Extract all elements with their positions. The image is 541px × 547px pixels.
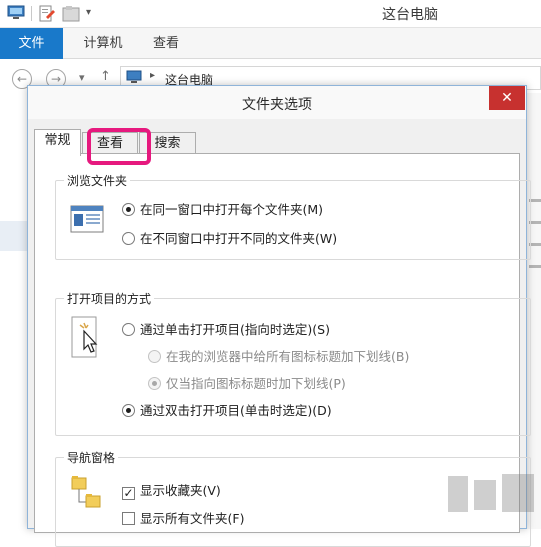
folder-icon[interactable] — [62, 5, 82, 26]
view-tab-highlight — [87, 128, 151, 165]
explorer-title-bar: ▾ 这台电脑 — [0, 0, 541, 28]
close-button[interactable]: ✕ — [489, 86, 525, 110]
breadcrumb-arrow-icon[interactable]: ▸ — [150, 70, 155, 81]
up-button[interactable]: ↑ — [100, 69, 111, 84]
separator — [31, 6, 32, 21]
computer-icon[interactable] — [7, 5, 25, 24]
option-same-window[interactable]: 在同一窗口中打开每个文件夹(M) — [122, 199, 323, 218]
site-watermark-logo — [446, 470, 538, 526]
tab-general[interactable]: 常规 — [34, 129, 81, 156]
dialog-title: 文件夹选项 — [242, 97, 312, 113]
radio-new-window[interactable] — [122, 232, 135, 245]
option-show-all-folders-label: 显示所有文件夹(F) — [140, 511, 245, 526]
radio-underline-all[interactable] — [148, 350, 161, 363]
option-underline-all[interactable]: 在我的浏览器中给所有图标标题加下划线(B) — [148, 346, 409, 365]
properties-icon[interactable] — [38, 5, 56, 26]
dialog-title-bar[interactable]: 文件夹选项 ✕ — [28, 86, 526, 119]
radio-single-click[interactable] — [122, 323, 135, 336]
option-double-click-label: 通过双击打开项目(单击时选定)(D) — [140, 403, 332, 418]
browse-folders-title: 浏览文件夹 — [64, 172, 131, 189]
ribbon-tab-view[interactable]: 查看 — [140, 28, 192, 59]
checkbox-show-favorites[interactable]: ✓ — [122, 487, 135, 500]
window-layout-icon — [70, 205, 104, 236]
open-items-group: 打开项目的方式 通过单击打开项目(指向时选定)(S) 在我的浏览器中给所有图标标… — [55, 290, 531, 436]
window-title: 这台电脑 — [382, 7, 438, 23]
navigation-pane-edge — [0, 93, 28, 529]
option-show-all-folders[interactable]: 显示所有文件夹(F) — [122, 508, 244, 527]
selected-nav-item-edge — [0, 221, 28, 251]
ribbon-tab-computer[interactable]: 计算机 — [70, 28, 136, 59]
qat-dropdown-icon[interactable]: ▾ — [86, 7, 91, 18]
ribbon: 文件 计算机 查看 — [0, 28, 541, 59]
option-double-click[interactable]: 通过双击打开项目(单击时选定)(D) — [122, 400, 332, 419]
browse-folders-group: 浏览文件夹 在同一窗口中打开每个文件夹(M) 在不同窗口中打开不同的文件夹(W) — [55, 172, 531, 260]
option-same-window-label: 在同一窗口中打开每个文件夹(M) — [140, 202, 324, 217]
option-show-favorites[interactable]: ✓ 显示收藏夹(V) — [122, 480, 221, 500]
radio-underline-hover[interactable] — [148, 377, 161, 390]
drive-bar — [529, 265, 541, 268]
option-underline-hover-label: 仅当指向图标标题时加下划线(P) — [166, 376, 346, 391]
recent-dropdown-icon[interactable]: ▾ — [79, 71, 85, 84]
option-show-favorites-label: 显示收藏夹(V) — [140, 483, 221, 498]
navigation-pane-title: 导航窗格 — [64, 449, 119, 466]
folder-tree-icon — [70, 472, 104, 519]
close-icon: ✕ — [501, 90, 513, 106]
radio-same-window[interactable] — [122, 203, 135, 216]
option-single-click[interactable]: 通过单击打开项目(指向时选定)(S) — [122, 319, 330, 338]
ribbon-tab-file[interactable]: 文件 — [0, 28, 63, 59]
click-pointer-icon — [70, 315, 102, 364]
option-underline-hover[interactable]: 仅当指向图标标题时加下划线(P) — [148, 373, 346, 392]
option-underline-all-label: 在我的浏览器中给所有图标标题加下划线(B) — [166, 349, 410, 364]
option-new-window-label: 在不同窗口中打开不同的文件夹(W) — [140, 231, 338, 246]
radio-double-click[interactable] — [122, 404, 135, 417]
option-single-click-label: 通过单击打开项目(指向时选定)(S) — [140, 322, 330, 337]
option-new-window[interactable]: 在不同窗口中打开不同的文件夹(W) — [122, 228, 337, 247]
open-items-title: 打开项目的方式 — [64, 290, 155, 307]
checkbox-show-all-folders[interactable] — [122, 512, 135, 525]
